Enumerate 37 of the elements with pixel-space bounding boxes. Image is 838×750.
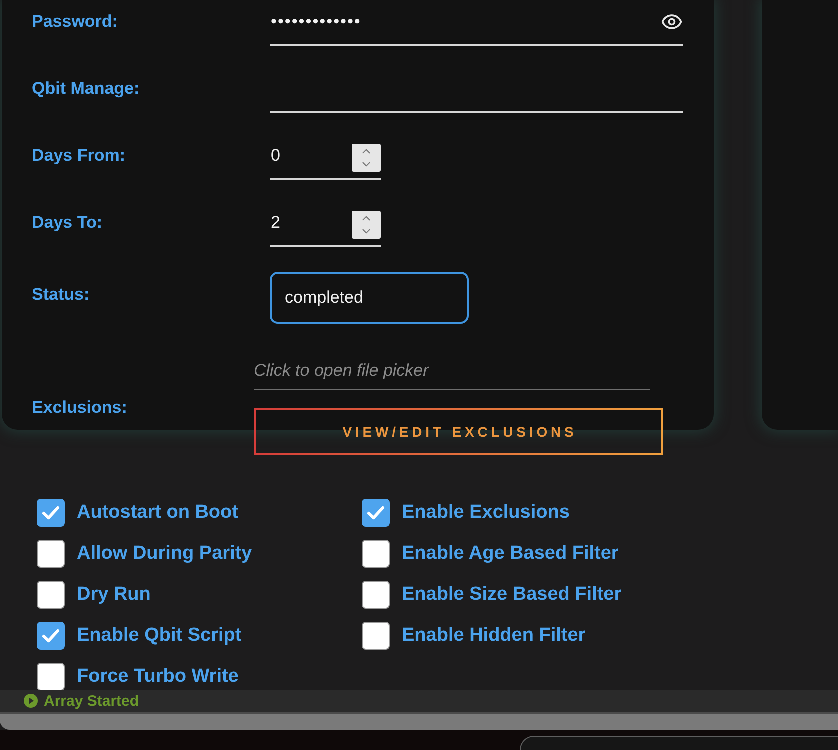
field-label: Exclusions: — [32, 397, 128, 418]
password-field[interactable]: ••••••••••••• — [270, 0, 683, 46]
checkbox-label: Force Turbo Write — [77, 665, 239, 689]
check-icon — [367, 506, 385, 520]
number-stepper[interactable] — [352, 211, 381, 239]
play-circle-icon — [24, 694, 38, 708]
field-label: Days From: — [32, 145, 127, 166]
checkbox-label: Enable Qbit Script — [77, 624, 242, 648]
checkbox[interactable] — [362, 540, 390, 568]
status-field[interactable]: completed — [270, 272, 469, 324]
field-label: Password: — [32, 11, 119, 32]
checkbox-label: Allow During Parity — [77, 542, 252, 566]
checkbox[interactable] — [37, 499, 65, 527]
checkbox[interactable] — [362, 581, 390, 609]
view-edit-exclusions-button[interactable]: VIEW/EDIT EXCLUSIONS — [254, 408, 663, 455]
checkbox[interactable] — [362, 499, 390, 527]
number-field[interactable]: 2 — [270, 201, 381, 247]
checkbox-label: Autostart on Boot — [77, 501, 238, 525]
checkbox[interactable] — [362, 622, 390, 650]
number-stepper[interactable] — [352, 144, 381, 172]
checkbox[interactable] — [37, 540, 65, 568]
checkbox-label: Enable Hidden Filter — [402, 624, 586, 648]
checkbox[interactable] — [37, 581, 65, 609]
file-picker-field[interactable]: Click to open file picker — [254, 352, 650, 390]
field-label: Days To: — [32, 212, 104, 233]
checkbox[interactable] — [37, 622, 65, 650]
check-icon — [42, 629, 60, 643]
checkbox-label: Dry Run — [77, 583, 151, 607]
checkbox-label: Enable Age Based Filter — [402, 542, 619, 566]
checkbox-label: Enable Exclusions — [402, 501, 570, 525]
checkbox-label: Enable Size Based Filter — [402, 583, 622, 607]
field-label: Status: — [32, 284, 91, 305]
checkbox[interactable] — [37, 663, 65, 691]
field-label: Qbit Manage: — [32, 78, 141, 99]
number-field[interactable]: 0 — [270, 134, 381, 180]
status-text: Array Started — [44, 692, 140, 710]
check-icon — [42, 506, 60, 520]
